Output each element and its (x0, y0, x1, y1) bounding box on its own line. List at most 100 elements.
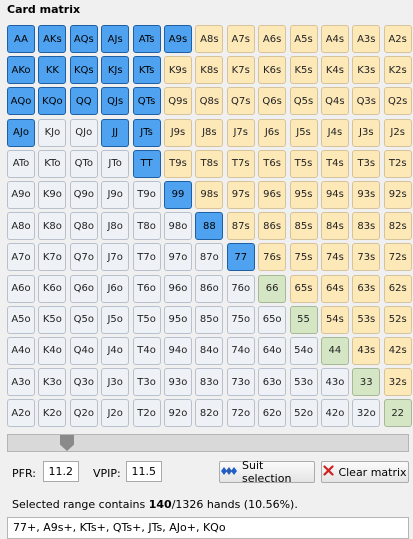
hand-cell-ATs[interactable]: ATs (132, 25, 161, 53)
hand-cell-J5o[interactable]: J5o (101, 305, 130, 334)
hand-cell-K2s[interactable]: K2s (383, 56, 412, 85)
hand-cell-J2o[interactable]: J2o (101, 399, 130, 428)
hand-cell-42o[interactable]: 42o (320, 399, 349, 428)
hand-cell-AJs[interactable]: AJs (101, 25, 130, 53)
hand-cell-65s[interactable]: 65s (289, 274, 318, 303)
hand-cell-75o[interactable]: 75o (226, 305, 255, 334)
hand-cell-J8o[interactable]: J8o (101, 212, 130, 241)
hand-cell-T4s[interactable]: T4s (320, 149, 349, 178)
hand-cell-Q5o[interactable]: Q5o (69, 305, 98, 334)
hand-cell-Q7s[interactable]: Q7s (226, 87, 255, 116)
hand-cell-54s[interactable]: 54s (320, 305, 349, 334)
hand-cell-K9s[interactable]: K9s (163, 56, 192, 85)
hand-cell-T2o[interactable]: T2o (132, 399, 161, 428)
hand-cell-J6s[interactable]: J6s (258, 118, 287, 147)
hand-cell-Q5s[interactable]: Q5s (289, 87, 318, 116)
hand-cell-T9o[interactable]: T9o (132, 180, 161, 209)
hand-cell-K8s[interactable]: K8s (195, 56, 224, 85)
hand-cell-J3s[interactable]: J3s (352, 118, 381, 147)
hand-cell-95s[interactable]: 95s (289, 180, 318, 209)
slider-thumb[interactable] (60, 435, 74, 451)
hand-cell-65o[interactable]: 65o (258, 305, 287, 334)
hand-cell-T8s[interactable]: T8s (195, 149, 224, 178)
hand-cell-T5s[interactable]: T5s (289, 149, 318, 178)
hand-cell-92s[interactable]: 92s (383, 180, 412, 209)
hand-cell-K6o[interactable]: K6o (38, 274, 67, 303)
hand-cell-42s[interactable]: 42s (383, 336, 412, 365)
hand-cell-QJo[interactable]: QJo (69, 118, 98, 147)
hand-cell-J9o[interactable]: J9o (101, 180, 130, 209)
hand-cell-A7o[interactable]: A7o (7, 243, 35, 272)
hand-cell-KK[interactable]: KK (38, 56, 67, 85)
hand-cell-85s[interactable]: 85s (289, 212, 318, 241)
hand-cell-J2s[interactable]: J2s (383, 118, 412, 147)
hand-cell-Q9s[interactable]: Q9s (163, 87, 192, 116)
hand-cell-J8s[interactable]: J8s (195, 118, 224, 147)
hand-cell-Q4s[interactable]: Q4s (320, 87, 349, 116)
hand-cell-JTs[interactable]: JTs (132, 118, 161, 147)
hand-cell-T7s[interactable]: T7s (226, 149, 255, 178)
hand-cell-A6s[interactable]: A6s (258, 25, 287, 53)
hand-cell-A4s[interactable]: A4s (320, 25, 349, 53)
hand-cell-A9s[interactable]: A9s (163, 25, 192, 53)
hand-cell-83s[interactable]: 83s (352, 212, 381, 241)
hand-cell-K7s[interactable]: K7s (226, 56, 255, 85)
hand-cell-K3o[interactable]: K3o (38, 368, 67, 397)
hand-cell-97s[interactable]: 97s (226, 180, 255, 209)
hand-cell-J3o[interactable]: J3o (101, 368, 130, 397)
hand-cell-76s[interactable]: 76s (258, 243, 287, 272)
range-slider[interactable] (7, 434, 409, 452)
hand-cell-63o[interactable]: 63o (258, 368, 287, 397)
hand-cell-96s[interactable]: 96s (258, 180, 287, 209)
hand-cell-73s[interactable]: 73s (352, 243, 381, 272)
hand-cell-T5o[interactable]: T5o (132, 305, 161, 334)
hand-cell-87o[interactable]: 87o (195, 243, 224, 272)
hand-cell-88[interactable]: 88 (195, 212, 224, 241)
hand-cell-Q9o[interactable]: Q9o (69, 180, 98, 209)
hand-cell-K3s[interactable]: K3s (352, 56, 381, 85)
hand-cell-53o[interactable]: 53o (289, 368, 318, 397)
hand-cell-A3s[interactable]: A3s (352, 25, 381, 53)
hand-cell-TT[interactable]: TT (132, 149, 161, 178)
hand-cell-43s[interactable]: 43s (352, 336, 381, 365)
hand-cell-54o[interactable]: 54o (289, 336, 318, 365)
hand-cell-98s[interactable]: 98s (195, 180, 224, 209)
hand-cell-55[interactable]: 55 (289, 305, 318, 334)
hand-cell-JJ[interactable]: JJ (101, 118, 130, 147)
hand-cell-96o[interactable]: 96o (163, 274, 192, 303)
hand-cell-Q8s[interactable]: Q8s (195, 87, 224, 116)
hand-cell-A5o[interactable]: A5o (7, 305, 35, 334)
hand-cell-ATo[interactable]: ATo (7, 149, 35, 178)
hand-cell-QTo[interactable]: QTo (69, 149, 98, 178)
hand-cell-Q2o[interactable]: Q2o (69, 399, 98, 428)
hand-cell-52s[interactable]: 52s (383, 305, 412, 334)
hand-cell-62o[interactable]: 62o (258, 399, 287, 428)
hand-cell-87s[interactable]: 87s (226, 212, 255, 241)
hand-cell-74o[interactable]: 74o (226, 336, 255, 365)
hand-cell-98o[interactable]: 98o (163, 212, 192, 241)
hand-cell-K9o[interactable]: K9o (38, 180, 67, 209)
hand-cell-Q4o[interactable]: Q4o (69, 336, 98, 365)
hand-cell-A5s[interactable]: A5s (289, 25, 318, 53)
hand-cell-64s[interactable]: 64s (320, 274, 349, 303)
hand-cell-84o[interactable]: 84o (195, 336, 224, 365)
hand-cell-85o[interactable]: 85o (195, 305, 224, 334)
hand-cell-Q8o[interactable]: Q8o (69, 212, 98, 241)
hand-cell-KTs[interactable]: KTs (132, 56, 161, 85)
hand-cell-84s[interactable]: 84s (320, 212, 349, 241)
hand-cell-JTo[interactable]: JTo (101, 149, 130, 178)
hand-cell-T4o[interactable]: T4o (132, 336, 161, 365)
hand-cell-T6s[interactable]: T6s (258, 149, 287, 178)
hand-cell-Q7o[interactable]: Q7o (69, 243, 98, 272)
hand-cell-92o[interactable]: 92o (163, 399, 192, 428)
hand-cell-QJs[interactable]: QJs (101, 87, 130, 116)
hand-cell-K5s[interactable]: K5s (289, 56, 318, 85)
hand-cell-64o[interactable]: 64o (258, 336, 287, 365)
hand-cell-J5s[interactable]: J5s (289, 118, 318, 147)
hand-cell-KQs[interactable]: KQs (69, 56, 98, 85)
hand-cell-53s[interactable]: 53s (352, 305, 381, 334)
hand-cell-A9o[interactable]: A9o (7, 180, 35, 209)
pfr-field[interactable]: 11.2 (43, 461, 79, 482)
hand-cell-82o[interactable]: 82o (195, 399, 224, 428)
hand-cell-22[interactable]: 22 (383, 399, 412, 428)
